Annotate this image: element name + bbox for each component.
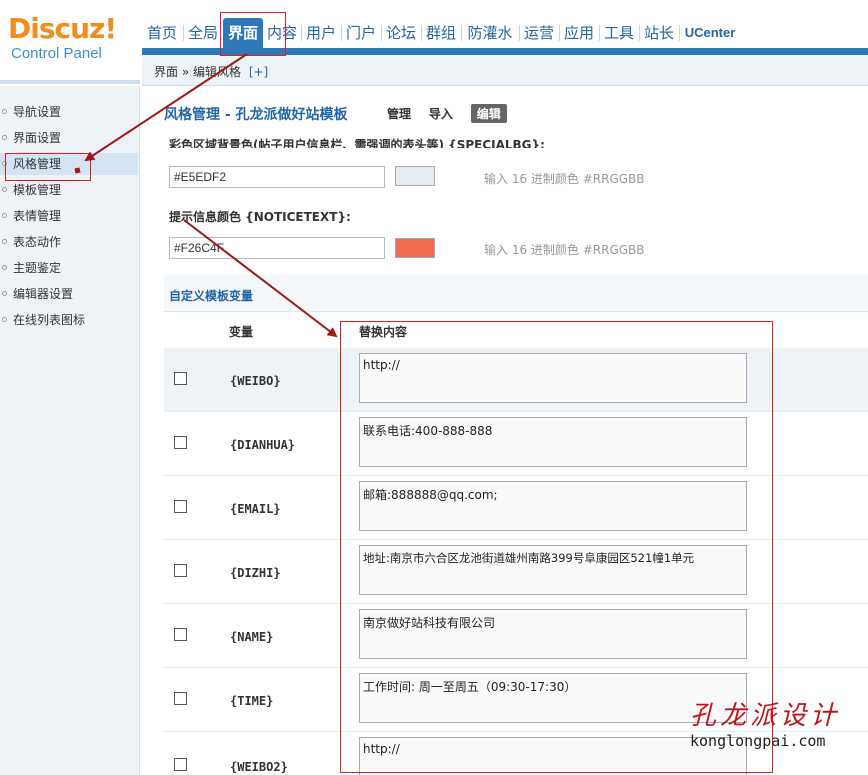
bullet-icon bbox=[2, 109, 7, 114]
bullet-icon bbox=[2, 135, 7, 140]
replacement-textarea[interactable]: 地址:南京市六合区龙池街道雄州南路399号阜康园区521幢1单元 bbox=[359, 545, 747, 595]
replacement-textarea[interactable]: 邮箱:888888@qq.com; bbox=[359, 481, 747, 531]
style-tabs: 管理 导入 编辑 bbox=[387, 104, 521, 123]
breadcrumb-add-button[interactable]: [+] bbox=[249, 65, 268, 79]
sidebar-item-interface-settings[interactable]: 界面设置 bbox=[0, 127, 138, 149]
variable-name: {DIANHUA} bbox=[230, 438, 296, 452]
specialbg-label: 彩色区域背景色(帖子用户信息栏、需强调的表头等) {SPECIALBG}: bbox=[169, 138, 545, 148]
discuz-logo[interactable]: Discuz! Control Panel bbox=[8, 12, 138, 72]
breadcrumb-text: 界面 » 编辑风格 bbox=[154, 65, 241, 79]
row-checkbox[interactable] bbox=[174, 564, 187, 577]
replacement-textarea[interactable]: http:// bbox=[359, 737, 747, 775]
table-row: {EMAIL} 邮箱:888888@qq.com; bbox=[164, 476, 868, 540]
noticetext-label: 提示信息颜色 {NOTICETEXT}: bbox=[169, 210, 351, 224]
row-checkbox[interactable] bbox=[174, 758, 187, 771]
replacement-textarea[interactable]: http:// bbox=[359, 353, 747, 403]
logo-brand: Discuz! bbox=[8, 12, 117, 45]
logo-subtitle: Control Panel bbox=[11, 45, 102, 62]
main-content: 风格管理 - 孔龙派做好站模板 管理 导入 编辑 彩色区域背景色(帖子用户信息栏… bbox=[150, 86, 868, 775]
sidebar-item-nav-settings[interactable]: 导航设置 bbox=[0, 101, 138, 123]
table-row: {DIZHI} 地址:南京市六合区龙池街道雄州南路399号阜康园区521幢1单元 bbox=[164, 540, 868, 604]
watermark-logo: 孔龙派设计 konglongpai.com bbox=[690, 695, 865, 770]
noticetext-hint: 输入 16 进制颜色 #RRGGBB bbox=[484, 243, 645, 257]
row-checkbox[interactable] bbox=[174, 436, 187, 449]
variable-name: {DIZHI} bbox=[230, 566, 281, 580]
bullet-icon bbox=[2, 161, 7, 166]
nav-apps[interactable]: 应用 bbox=[560, 18, 598, 48]
sidebar-item-template-management[interactable]: 模板管理 bbox=[0, 179, 138, 201]
bullet-icon bbox=[2, 213, 7, 218]
row-checkbox[interactable] bbox=[174, 692, 187, 705]
variable-name: {NAME} bbox=[230, 630, 274, 644]
specialbg-input[interactable] bbox=[169, 166, 385, 188]
noticetext-input[interactable] bbox=[169, 237, 385, 259]
tab-manage[interactable]: 管理 bbox=[387, 105, 411, 122]
sidebar-item-thread-stamps[interactable]: 主题鉴定 bbox=[0, 257, 138, 279]
column-header-replacement: 替换内容 bbox=[359, 325, 408, 339]
nav-interface[interactable]: 界面 bbox=[223, 18, 263, 48]
replacement-textarea[interactable]: 南京做好站科技有限公司 bbox=[359, 609, 747, 659]
nav-group[interactable]: 群组 bbox=[422, 18, 460, 48]
bullet-icon bbox=[2, 187, 7, 192]
variable-name: {WEIBO} bbox=[230, 374, 281, 388]
nav-operation[interactable]: 运营 bbox=[520, 18, 558, 48]
column-header-variable: 变量 bbox=[229, 325, 254, 339]
sidebar-item-editor-settings[interactable]: 编辑器设置 bbox=[0, 283, 138, 305]
nav-antispam[interactable]: 防灌水 bbox=[462, 18, 518, 48]
nav-webmaster[interactable]: 站长 bbox=[640, 18, 678, 48]
sidebar-item-reaction-actions[interactable]: 表态动作 bbox=[0, 231, 138, 253]
variable-name: {TIME} bbox=[230, 694, 274, 708]
variable-name: {EMAIL} bbox=[230, 502, 281, 516]
row-checkbox[interactable] bbox=[174, 500, 187, 513]
nav-forum[interactable]: 论坛 bbox=[382, 18, 420, 48]
specialbg-hint: 输入 16 进制颜色 #RRGGBB bbox=[484, 172, 645, 186]
tab-import[interactable]: 导入 bbox=[429, 105, 453, 122]
nav-users[interactable]: 用户 bbox=[302, 18, 340, 48]
sidebar-item-smiley-management[interactable]: 表情管理 bbox=[0, 205, 138, 227]
sidebar: 导航设置 界面设置 风格管理 模板管理 表情管理 表态动作 主题鉴定 编辑器设置… bbox=[0, 86, 140, 775]
custom-vars-header-band bbox=[164, 275, 868, 312]
watermark-chinese: 孔龙派设计 bbox=[690, 701, 841, 731]
replacement-textarea[interactable]: 工作时间: 周一至周五（09:30-17:30） bbox=[359, 673, 747, 723]
breadcrumb: 界面 » 编辑风格 [+] bbox=[154, 63, 268, 80]
breadcrumb-bar: 界面 » 编辑风格 [+] bbox=[142, 55, 868, 86]
bullet-icon bbox=[2, 291, 7, 296]
bullet-icon bbox=[2, 317, 7, 322]
variable-name: {WEIBO2} bbox=[230, 760, 288, 774]
table-row: {WEIBO} http:// bbox=[164, 348, 868, 412]
nav-content[interactable]: 内容 bbox=[264, 18, 300, 48]
bullet-icon bbox=[2, 265, 7, 270]
sidebar-item-online-list-icons[interactable]: 在线列表图标 bbox=[0, 309, 138, 331]
table-row: {DIANHUA} 联系电话:400-888-888 bbox=[164, 412, 868, 476]
nav-ucenter[interactable]: UCenter bbox=[680, 18, 740, 48]
nav-portal[interactable]: 门户 bbox=[342, 18, 380, 48]
row-checkbox[interactable] bbox=[174, 628, 187, 641]
nav-home[interactable]: 首页 bbox=[142, 18, 182, 48]
sidebar-item-style-management[interactable]: 风格管理 bbox=[0, 153, 138, 175]
replacement-textarea[interactable]: 联系电话:400-888-888 bbox=[359, 417, 747, 467]
row-checkbox[interactable] bbox=[174, 372, 187, 385]
page-title: 风格管理 - 孔龙派做好站模板 bbox=[164, 107, 348, 123]
nav-tools[interactable]: 工具 bbox=[600, 18, 638, 48]
header: Discuz! Control Panel 首页 全局 界面 内容 用户 门户 … bbox=[0, 0, 868, 86]
nav-accent-bar bbox=[142, 48, 868, 55]
tab-edit[interactable]: 编辑 bbox=[470, 104, 507, 123]
nav-global[interactable]: 全局 bbox=[184, 18, 222, 48]
specialbg-swatch[interactable] bbox=[395, 166, 435, 186]
watermark-domain: konglongpai.com bbox=[690, 732, 826, 750]
custom-vars-title: 自定义模板变量 bbox=[169, 289, 254, 303]
noticetext-swatch[interactable] bbox=[395, 238, 435, 258]
table-row: {NAME} 南京做好站科技有限公司 bbox=[164, 604, 868, 668]
logo-underline bbox=[0, 80, 140, 84]
bullet-icon bbox=[2, 239, 7, 244]
